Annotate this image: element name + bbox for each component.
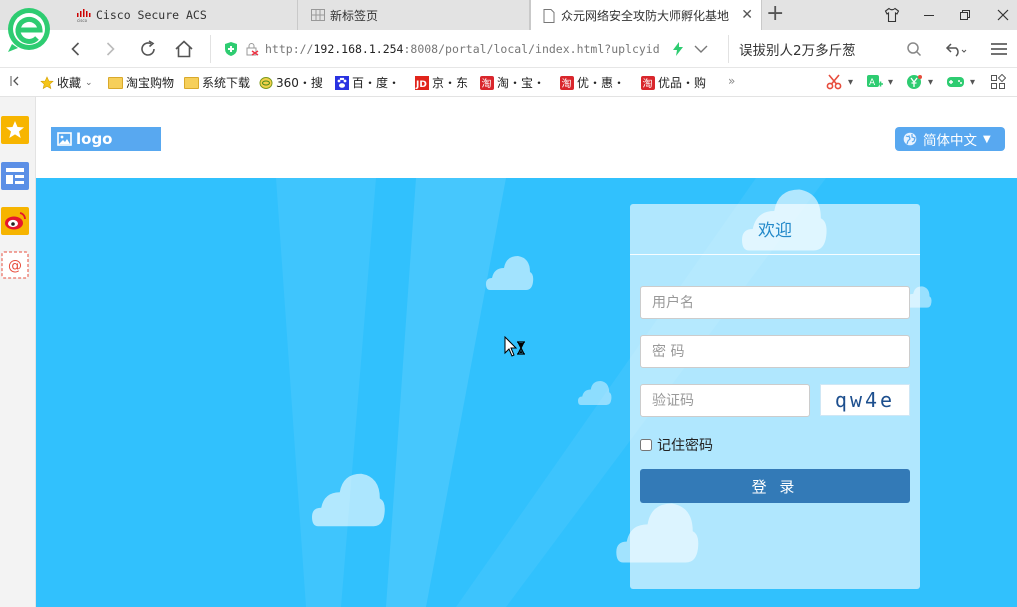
tab-label: Cisco Secure ACS xyxy=(96,8,207,22)
svg-text:@: @ xyxy=(8,258,22,274)
folder-icon xyxy=(108,76,123,89)
globe-icon xyxy=(903,132,917,146)
search-icon[interactable] xyxy=(902,37,926,61)
bookmark-taobao-shopping[interactable]: 淘宝购物 xyxy=(108,74,174,91)
image-icon xyxy=(57,132,72,146)
menu-icon[interactable] xyxy=(987,37,1011,61)
address-bar[interactable]: http://192.168.1.254:8008/portal/local/i… xyxy=(210,35,730,63)
language-dropdown[interactable]: 简体中文 ▼ xyxy=(895,127,1005,151)
apps-grid-icon[interactable] xyxy=(990,73,1006,91)
folder-icon xyxy=(184,76,199,89)
svg-text:淘: 淘 xyxy=(482,77,492,90)
weibo-icon[interactable] xyxy=(1,207,29,235)
tab-active[interactable]: 众元网络安全攻防大师孵化基地 ✕ xyxy=(530,0,762,31)
cloud-decoration xyxy=(578,380,612,406)
bookmark-youpin[interactable]: 淘 优品・购 xyxy=(641,74,706,91)
cisco-favicon-icon: cisco xyxy=(77,9,91,23)
search-box[interactable]: 误拔别人2万多斤葱 xyxy=(728,35,928,63)
360-icon xyxy=(259,76,273,89)
browser-logo-icon xyxy=(8,8,50,52)
minimize-icon[interactable] xyxy=(919,5,939,25)
busy-cursor-icon xyxy=(504,336,525,357)
login-button[interactable]: 登 录 xyxy=(640,469,910,503)
tab-label: 新标签页 xyxy=(330,8,379,23)
address-bar-row: http://192.168.1.254:8008/portal/local/i… xyxy=(0,30,1017,68)
bookmarks-bar: 收藏 ⌄ 淘宝购物 系统下载 360・搜 百・度・ JD 京・东 淘 淘・宝・ 淘… xyxy=(0,68,1017,97)
tab-cisco[interactable]: cisco Cisco Secure ACS xyxy=(60,0,298,30)
remember-password[interactable]: 记住密码 xyxy=(640,435,713,455)
captcha-text: qw4e xyxy=(834,388,896,412)
taobao-icon: 淘 xyxy=(641,75,655,90)
yen-icon[interactable]: ▾ xyxy=(906,73,933,91)
svg-text:cisco: cisco xyxy=(77,18,88,23)
taobao-icon: 淘 xyxy=(480,75,494,90)
tab-label: 众元网络安全攻防大师孵化基地 xyxy=(561,9,730,23)
back-icon[interactable] xyxy=(64,37,88,61)
caret-down-icon: ▼ xyxy=(983,133,991,145)
remember-label: 记住密码 xyxy=(657,438,713,454)
login-panel: 欢迎 qw4e 记住密码 登 录 xyxy=(630,204,920,589)
search-text: 误拔别人2万多斤葱 xyxy=(739,43,856,59)
hero-banner: 欢迎 qw4e 记住密码 登 录 xyxy=(36,178,1017,607)
grid-icon xyxy=(311,9,325,21)
bookmark-360-search[interactable]: 360・搜 xyxy=(259,74,323,91)
lightning-icon[interactable] xyxy=(672,42,684,56)
bookmarks-more[interactable]: » xyxy=(728,74,735,88)
svg-text:JD: JD xyxy=(415,80,427,90)
news-feed-icon[interactable] xyxy=(1,162,29,190)
panel-title: 欢迎 xyxy=(630,204,920,255)
insecure-lock-icon xyxy=(246,43,259,56)
taobao-icon: 淘 xyxy=(560,75,574,90)
cloud-decoration xyxy=(486,256,534,290)
bookmark-jd[interactable]: JD 京・东 xyxy=(415,74,468,91)
svg-text:淘: 淘 xyxy=(562,77,572,90)
site-logo: logo xyxy=(51,127,161,151)
email-icon[interactable]: @ xyxy=(1,251,29,279)
restore-icon[interactable] xyxy=(955,5,975,25)
bookmark-system-download[interactable]: 系统下载 xyxy=(184,74,250,91)
translate-icon[interactable]: A ▾ xyxy=(866,73,893,91)
cloud-decoration xyxy=(312,473,385,527)
close-window-icon[interactable] xyxy=(993,5,1013,25)
sidebar-toggle-icon[interactable] xyxy=(8,74,22,88)
captcha-image[interactable]: qw4e xyxy=(820,384,910,416)
tab-strip: cisco Cisco Secure ACS 新标签页 众元网络安全攻防大师孵化… xyxy=(0,0,1017,31)
svg-text:A: A xyxy=(869,78,876,88)
tab-close-icon[interactable]: ✕ xyxy=(741,7,753,23)
svg-text:淘: 淘 xyxy=(643,77,653,90)
gamepad-icon[interactable]: ▾ xyxy=(946,73,975,91)
username-input[interactable] xyxy=(640,286,910,319)
page-icon xyxy=(543,8,555,23)
bookmark-baidu[interactable]: 百・度・ xyxy=(335,74,400,91)
jd-icon: JD xyxy=(415,75,429,90)
baidu-paw-icon xyxy=(335,75,349,90)
bookmark-discount[interactable]: 淘 优・惠・ xyxy=(560,74,625,91)
new-tab-button[interactable]: + xyxy=(766,3,784,25)
undo-icon[interactable] xyxy=(944,37,968,61)
home-icon[interactable] xyxy=(172,37,196,61)
bookmark-taobao[interactable]: 淘 淘・宝・ xyxy=(480,74,545,91)
web-page: logo 简体中文 ▼ 欢迎 用户名 验证码 qw4e 记住密码 登 录 xyxy=(36,97,1017,607)
captcha-input[interactable] xyxy=(640,384,810,417)
chevron-down-icon[interactable] xyxy=(694,44,708,54)
shirt-skin-icon[interactable] xyxy=(882,5,902,25)
star-favorite-icon[interactable] xyxy=(1,116,29,144)
refresh-icon[interactable] xyxy=(136,37,160,61)
side-rail: @ xyxy=(0,97,36,607)
tab-new[interactable]: 新标签页 xyxy=(298,0,530,30)
star-icon xyxy=(40,75,54,89)
bookmark-favorites[interactable]: 收藏 ⌄ xyxy=(40,74,93,91)
shield-icon xyxy=(225,42,237,56)
url-text: http://192.168.1.254:8008/portal/local/i… xyxy=(265,42,660,56)
forward-icon[interactable] xyxy=(98,37,122,61)
remember-checkbox[interactable] xyxy=(640,439,652,451)
page-header: logo 简体中文 ▼ xyxy=(36,97,1017,178)
password-input[interactable] xyxy=(640,335,910,368)
scissors-icon[interactable]: ▾ xyxy=(826,73,853,91)
